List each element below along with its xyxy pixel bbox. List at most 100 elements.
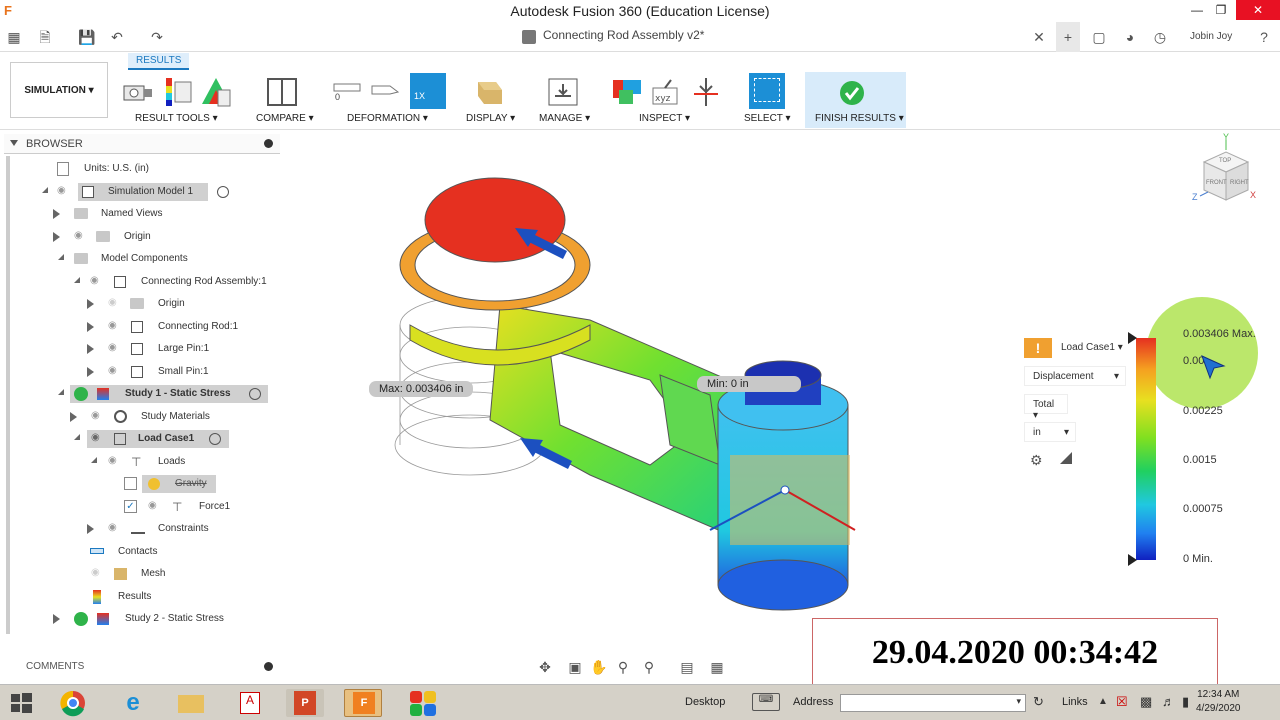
tree-item-results[interactable]: Results — [0, 586, 280, 608]
go-refresh-icon[interactable]: ↻ — [1033, 694, 1044, 710]
comments-panel-header[interactable]: COMMENTS — [4, 656, 280, 676]
activate-radio-icon[interactable] — [249, 388, 261, 400]
comments-icon[interactable]: ▢ — [1090, 28, 1108, 46]
finish-results-menu[interactable]: FINISH RESULTS ▾ — [815, 113, 904, 124]
links-toolbar-label[interactable]: Links — [1062, 696, 1088, 708]
signal-icon[interactable]: ▩ — [1140, 694, 1152, 710]
orbit-icon[interactable]: ✥ — [536, 658, 554, 676]
tree-item-connecting-rod[interactable]: ◉ Connecting Rod:1 — [0, 316, 280, 338]
expand-icon[interactable] — [85, 457, 97, 463]
keyboard-icon[interactable]: ⌨ — [752, 693, 780, 711]
visibility-eye-icon[interactable]: ◉ — [108, 366, 122, 376]
expand-icon[interactable] — [53, 209, 60, 219]
address-input[interactable]: ▾ — [840, 694, 1026, 712]
tree-item-study-2[interactable]: Study 2 - Static Stress — [0, 608, 280, 630]
network-warning-icon[interactable]: ☒ — [1116, 694, 1128, 710]
select-menu[interactable]: SELECT ▾ — [744, 113, 791, 124]
manage-icon[interactable] — [547, 76, 579, 108]
visibility-eye-icon[interactable]: ◉ — [57, 186, 71, 196]
expand-icon[interactable] — [68, 434, 80, 440]
add-comment-icon[interactable] — [264, 662, 273, 671]
deformation-menu[interactable]: DEFORMATION ▾ — [347, 113, 428, 124]
expand-icon[interactable] — [68, 277, 80, 283]
app-grid-taskbar-button[interactable] — [404, 689, 442, 717]
collapse-browser-icon[interactable] — [10, 140, 18, 146]
visibility-eye-icon[interactable]: ◉ — [108, 456, 122, 466]
visibility-eye-icon[interactable]: ◉ — [90, 276, 104, 286]
expand-icon[interactable] — [87, 322, 94, 332]
units-row[interactable]: Units: U.S. (in) — [0, 158, 280, 180]
undo-icon[interactable]: ↶ — [108, 28, 126, 46]
tree-item-model-components[interactable]: Model Components — [0, 248, 280, 270]
visibility-eye-icon[interactable]: ◉ — [108, 343, 122, 353]
tree-item-force[interactable]: ✓ ◉ ⊤ Force1 — [0, 496, 280, 518]
legend-settings-gear-icon[interactable]: ⚙ — [1030, 452, 1043, 469]
tree-item-large-pin[interactable]: ◉ Large Pin:1 — [0, 338, 280, 360]
expand-icon[interactable] — [53, 232, 60, 242]
expand-icon[interactable] — [53, 614, 60, 624]
visibility-eye-icon[interactable]: ◉ — [108, 523, 122, 533]
tray-expand-icon[interactable]: ▲ — [1098, 696, 1108, 707]
adjusted-deformation-icon[interactable] — [370, 76, 402, 108]
start-button[interactable] — [8, 690, 34, 716]
expand-icon[interactable] — [36, 187, 48, 193]
activate-radio-icon[interactable] — [217, 186, 229, 198]
activate-radio-icon[interactable] — [209, 433, 221, 445]
close-tab-icon[interactable]: ✕ — [1030, 28, 1048, 46]
fusion-taskbar-button[interactable]: F — [344, 689, 382, 717]
tree-item-loads[interactable]: ◉ ⊤ Loads — [0, 451, 280, 473]
units-select[interactable]: in ▾ — [1024, 422, 1076, 442]
expand-icon[interactable] — [52, 389, 64, 395]
battery-icon[interactable]: ▮ — [1182, 694, 1189, 710]
visibility-eye-icon[interactable]: ◉ — [74, 231, 88, 241]
display-settings-icon[interactable]: ▤ — [678, 658, 696, 676]
address-dropdown-icon[interactable]: ▾ — [1016, 696, 1021, 707]
file-menu-icon[interactable]: 🗎 — [36, 28, 54, 46]
maximize-button[interactable]: ❐ — [1210, 2, 1232, 18]
volume-icon[interactable]: ♬ — [1162, 694, 1175, 709]
help-icon[interactable]: ? — [1255, 28, 1273, 46]
fit-zoom-icon[interactable]: ⚲ — [640, 658, 658, 676]
pan-hand-icon[interactable]: ✋ — [590, 658, 608, 676]
history-clock-icon[interactable]: ◷ — [1151, 28, 1169, 46]
expand-icon[interactable] — [87, 367, 94, 377]
compare-menu[interactable]: COMPARE ▾ — [256, 113, 314, 124]
tree-item-study-1[interactable]: Study 1 - Static Stress — [0, 383, 280, 405]
component-select[interactable]: Total ▾ — [1024, 394, 1068, 421]
load-case-select[interactable]: Load Case1 ▾ — [1061, 342, 1123, 353]
desktop-toolbar-label[interactable]: Desktop — [685, 696, 725, 708]
max-slider-handle[interactable] — [1128, 332, 1137, 344]
result-tools-camera-icon[interactable] — [122, 76, 154, 108]
powerpoint-taskbar-button[interactable]: P — [286, 689, 324, 717]
document-tab[interactable]: Connecting Rod Assembly v2* — [543, 28, 704, 42]
tree-item-origin[interactable]: ◉ Origin — [0, 226, 280, 248]
job-status-icon[interactable]: ◕ — [1121, 28, 1139, 46]
tree-item-assembly[interactable]: ◉ Connecting Rod Assembly:1 — [0, 271, 280, 293]
gravity-checkbox[interactable] — [124, 477, 137, 490]
look-at-icon[interactable]: ▣ — [566, 658, 584, 676]
hidden-eye-icon[interactable]: ◉ — [91, 568, 105, 578]
result-legend-icon[interactable] — [162, 76, 194, 108]
tree-item-mesh[interactable]: ◉ Mesh — [0, 563, 280, 585]
expand-icon[interactable] — [87, 299, 94, 309]
browser-header[interactable]: BROWSER — [4, 134, 280, 154]
display-icon[interactable] — [474, 76, 506, 108]
compare-icon[interactable] — [266, 76, 298, 108]
inspect-menu[interactable]: INSPECT ▾ — [639, 113, 690, 124]
tree-item-small-pin[interactable]: ◉ Small Pin:1 — [0, 361, 280, 383]
close-button[interactable]: ✕ — [1236, 0, 1280, 20]
hidden-eye-icon[interactable]: ◉ — [108, 298, 122, 308]
tree-item-contacts[interactable]: Contacts — [0, 541, 280, 563]
tree-item-gravity[interactable]: Gravity — [0, 473, 280, 495]
result-type-select[interactable]: Displacement ▾ — [1024, 366, 1126, 386]
tree-item-constraints[interactable]: ◉ Constraints — [0, 518, 280, 540]
visibility-eye-icon[interactable]: ◉ — [148, 501, 162, 511]
warning-icon[interactable]: ! — [1024, 338, 1052, 358]
expand-icon[interactable] — [87, 344, 94, 354]
redo-icon[interactable]: ↷ — [148, 28, 166, 46]
color-map-icon[interactable] — [200, 76, 232, 108]
visibility-eye-icon[interactable]: ◉ — [108, 321, 122, 331]
tree-item-study-materials[interactable]: ◉ Study Materials — [0, 406, 280, 428]
finish-results-button[interactable]: FINISH RESULTS ▾ — [805, 72, 906, 128]
tree-item-named-views[interactable]: Named Views — [0, 203, 280, 225]
